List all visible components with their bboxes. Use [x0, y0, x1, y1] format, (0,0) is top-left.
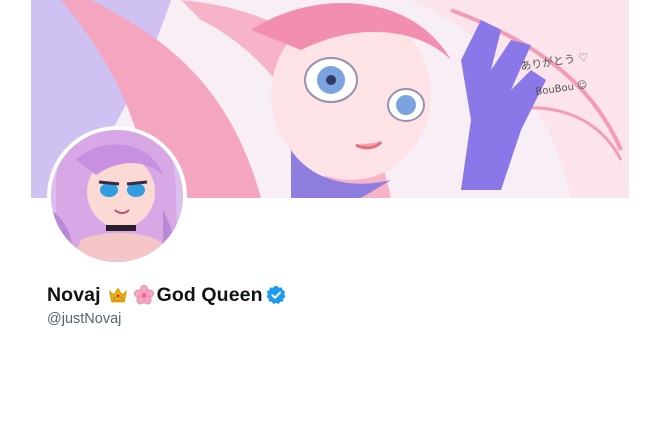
profile-page: ありがとう ♡ BouBou ☺ Novaj God Queen @justNo…	[0, 0, 657, 443]
username-handle: @justNovaj	[47, 311, 122, 327]
display-name-second: God Queen	[156, 283, 263, 306]
crown-emoji-icon	[107, 284, 129, 306]
verified-badge-icon[interactable]	[266, 285, 286, 305]
avatar[interactable]	[51, 130, 183, 262]
display-name-row: Novaj God Queen	[47, 282, 286, 308]
cherry-blossom-emoji-icon	[133, 284, 155, 306]
display-name-first: Novaj	[47, 283, 101, 306]
avatar-frame[interactable]	[47, 126, 187, 266]
